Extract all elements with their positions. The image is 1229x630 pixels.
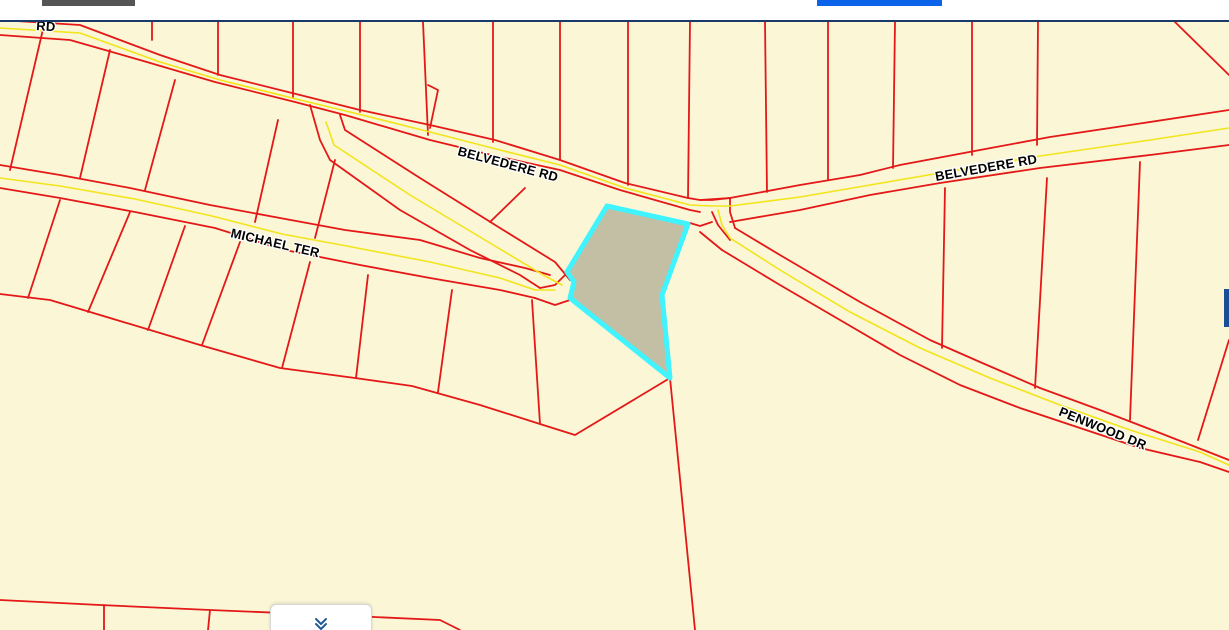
right-edge-marker[interactable] (1224, 289, 1229, 327)
street-label-michael: MICHAEL TER (229, 225, 321, 260)
double-chevron-down-icon (314, 617, 328, 630)
collapse-panel-button[interactable] (270, 604, 372, 630)
left-toolbar-tab[interactable] (42, 0, 135, 6)
map-page: RD BELVEDERE RD BELVEDERE RD MICHAEL TER… (0, 0, 1229, 630)
highlighted-parcel[interactable] (564, 203, 691, 381)
active-toolbar-tab[interactable] (817, 0, 942, 6)
parcel-map[interactable]: RD BELVEDERE RD BELVEDERE RD MICHAEL TER… (0, 0, 1229, 630)
top-toolbar (0, 0, 1229, 22)
street-label-belvedere-west: BELVEDERE RD (456, 143, 560, 184)
